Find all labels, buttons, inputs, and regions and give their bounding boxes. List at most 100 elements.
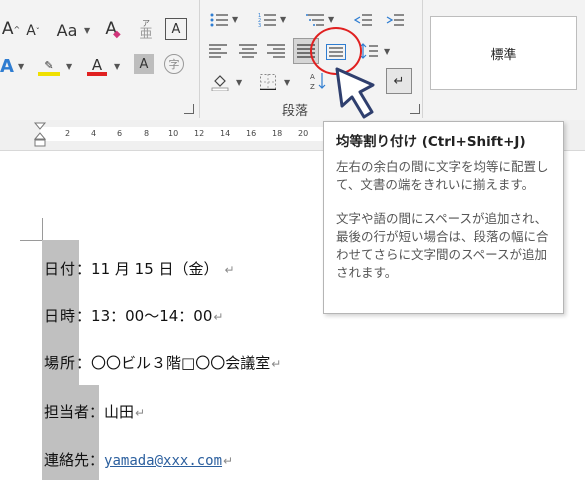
field-label: 日時 — [44, 307, 77, 325]
field-separator: ： — [76, 260, 92, 278]
ruler-tick-label: 20 — [298, 129, 309, 138]
bullets-button[interactable] — [208, 10, 230, 30]
ruler-tick-label: 12 — [194, 129, 205, 138]
pointer-arrow-icon — [335, 67, 375, 119]
chevron-down-icon[interactable]: ▼ — [236, 78, 242, 87]
char-border-button[interactable]: A — [165, 18, 187, 40]
field-separator: ： — [89, 451, 105, 469]
align-center-icon — [239, 44, 257, 58]
document-line[interactable]: 連絡先：yamada@xxx.com↵ — [44, 449, 233, 470]
increase-indent-icon — [386, 14, 404, 26]
paragraph-mark-icon: ↵ — [393, 73, 405, 89]
paragraph-mark: ↵ — [223, 454, 234, 468]
decrease-indent-icon — [354, 14, 372, 26]
document-line[interactable]: 日時：13：00～14：00↵ — [44, 305, 223, 326]
ruler-tick-label: 16 — [246, 129, 257, 138]
show-hide-marks-button[interactable]: ↵ — [386, 68, 412, 94]
svg-text:Z: Z — [310, 83, 315, 91]
ruler-tick-label: 2 — [65, 129, 71, 138]
font-color-button[interactable]: A — [84, 52, 110, 78]
numbering-icon: 123 — [258, 13, 276, 27]
line-spacing-icon — [360, 43, 378, 59]
chevron-down-icon[interactable]: ▼ — [280, 15, 286, 24]
align-right-icon — [267, 44, 285, 58]
highlight-button[interactable]: ✎ — [36, 52, 62, 78]
shading-button[interactable] — [208, 70, 232, 94]
field-label: 場所 — [44, 354, 77, 372]
sort-icon: AZ — [310, 73, 326, 91]
ruler-tick-label: 4 — [91, 129, 97, 138]
char-shading-button[interactable]: A — [134, 54, 154, 74]
document-line[interactable]: 担当者：山田↵ — [44, 401, 145, 422]
align-center-button[interactable] — [236, 40, 260, 62]
group-separator — [199, 0, 200, 118]
phonetic-guide-button[interactable]: ア亜 — [134, 16, 158, 42]
paragraph-mark: ↵ — [213, 310, 224, 324]
email-link[interactable]: yamada@xxx.com — [104, 453, 222, 469]
document-line[interactable]: 日付：11 月 15 日（金） ↵ — [44, 258, 235, 279]
tooltip: 均等割り付け (Ctrl+Shift+J) 左右の余白の間に文字を均等に配置して… — [323, 121, 564, 314]
borders-button[interactable] — [256, 70, 280, 94]
ruler-tick-label: 8 — [144, 129, 150, 138]
indent-marker-icon[interactable] — [33, 120, 47, 150]
highlighter-icon: ✎ — [44, 58, 54, 72]
chevron-down-icon[interactable]: ▼ — [232, 15, 238, 24]
paragraph-dialog-launcher-icon[interactable] — [410, 104, 420, 114]
change-case-button[interactable]: Aa — [52, 18, 82, 42]
font-dialog-launcher-icon[interactable] — [184, 104, 194, 114]
field-label: 担当者 — [44, 403, 90, 421]
chevron-down-icon[interactable]: ▼ — [384, 47, 390, 56]
style-normal-label: 標準 — [490, 47, 517, 63]
chevron-down-icon[interactable]: ▼ — [18, 62, 24, 71]
multilevel-list-button[interactable] — [304, 10, 326, 30]
chevron-down-icon[interactable]: ▼ — [284, 78, 290, 87]
chevron-down-icon[interactable]: ▼ — [66, 62, 72, 71]
field-label: 連絡先 — [44, 451, 90, 469]
field-separator: ： — [89, 403, 105, 421]
ruler-track — [40, 127, 340, 141]
field-separator: ： — [76, 354, 92, 372]
field-value: 山田 — [104, 403, 135, 421]
numbering-button[interactable]: 123 — [256, 10, 278, 30]
shrink-font-button[interactable]: Aˇ — [22, 20, 44, 42]
svg-text:3: 3 — [258, 23, 261, 27]
ruler-tick-label: 14 — [220, 129, 231, 138]
ribbon: A ^ Aˇ Aa ▼ A ◆ ア亜 A A ▼ ✎ ▼ A ▼ A 字 ▼ 123… — [0, 0, 585, 121]
style-normal[interactable]: 標準 — [430, 16, 577, 90]
svg-text:A: A — [310, 73, 315, 81]
paragraph-mark: ↵ — [271, 357, 282, 371]
grow-font-button[interactable]: A ^ — [0, 18, 22, 40]
text-effects-button[interactable]: A — [0, 54, 14, 78]
clear-format-button[interactable]: A ◆ — [100, 16, 126, 42]
chevron-down-icon[interactable]: ▼ — [114, 62, 120, 71]
chevron-down-icon[interactable]: ▼ — [84, 26, 90, 35]
highlight-color-bar — [38, 72, 60, 76]
paint-bucket-icon — [211, 75, 229, 91]
document-line[interactable]: 場所：〇〇ビル３階□〇〇会議室↵ — [44, 352, 281, 373]
field-separator: ： — [76, 307, 92, 325]
font-color-bar — [87, 72, 107, 76]
ruler-tick-label: 10 — [168, 129, 179, 138]
align-left-button[interactable] — [206, 40, 230, 62]
ruler-tick-label: 6 — [117, 129, 123, 138]
borders-icon — [260, 74, 276, 90]
paragraph-group-label: 段落 — [282, 104, 309, 119]
field-value: 〇〇ビル３階□〇〇会議室 — [91, 354, 271, 372]
field-label: 日付 — [44, 260, 77, 278]
paragraph-mark: ↵ — [224, 263, 235, 277]
enclose-char-button[interactable]: 字 — [164, 54, 184, 74]
align-right-button[interactable] — [264, 40, 288, 62]
align-left-icon — [209, 44, 227, 58]
decrease-indent-button[interactable] — [352, 10, 374, 30]
multilevel-list-icon — [306, 14, 324, 26]
bullets-icon — [210, 13, 228, 27]
tooltip-description: 左右の余白の間に文字を均等に配置して、文書の端をきれいに揃えます。 — [336, 159, 549, 192]
ruler-tick-label: 18 — [272, 129, 283, 138]
chevron-down-icon[interactable]: ▼ — [328, 15, 334, 24]
tooltip-description: 文字や語の間にスペースが追加され、最後の行が短い場合は、段落の幅に合わせてさらに… — [336, 211, 549, 280]
field-value: 13：00～14：00 — [91, 307, 213, 325]
field-value: 11 月 15 日（金） — [91, 260, 219, 278]
margin-corner-mark — [20, 218, 43, 241]
group-separator — [422, 0, 423, 118]
increase-indent-button[interactable] — [384, 10, 406, 30]
